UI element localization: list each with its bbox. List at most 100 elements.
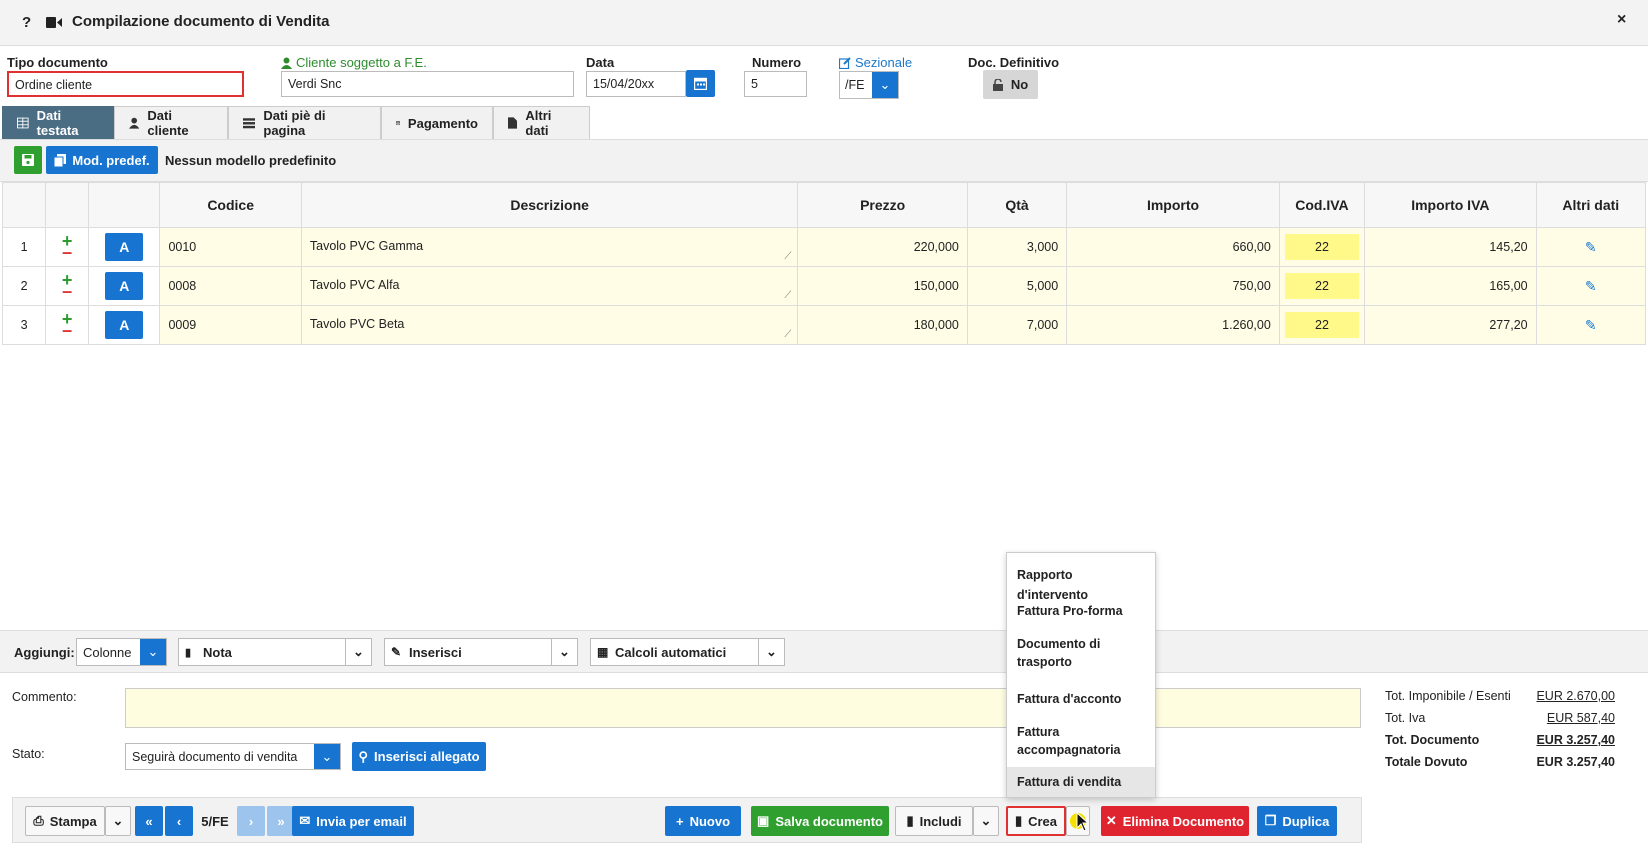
tot-imponibile-value[interactable]: EUR 2.670,00 — [1536, 689, 1615, 703]
row-cod-iva[interactable]: 22 — [1278, 305, 1366, 345]
col-prezzo[interactable]: Prezzo — [797, 182, 968, 228]
tot-iva-value[interactable]: EUR 587,40 — [1547, 711, 1615, 725]
remove-row-icon[interactable]: – — [62, 243, 72, 261]
remove-row-icon[interactable]: – — [62, 282, 72, 300]
list-icon — [243, 117, 256, 128]
resize-handle-icon[interactable]: ⟋ — [784, 329, 791, 340]
row-type-button[interactable]: A — [105, 272, 144, 300]
chevron-down-icon[interactable]: ⌄ — [872, 72, 898, 98]
edit-icon[interactable]: ✎ — [1585, 239, 1597, 255]
row-type-button[interactable]: A — [105, 311, 144, 339]
menu-item-documento-trasporto[interactable]: Documento di trasporto — [1007, 635, 1155, 673]
tab-label: Dati cliente — [147, 108, 189, 138]
data-field[interactable]: 15/04/20xx — [586, 71, 686, 97]
row-type-button[interactable]: A — [105, 233, 144, 261]
row-qta[interactable]: 7,000 — [966, 305, 1068, 345]
chevron-down-icon[interactable]: ⌄ — [551, 639, 577, 665]
remove-row-icon[interactable]: – — [62, 321, 72, 339]
col-importo[interactable]: Importo — [1066, 182, 1280, 228]
row-qta[interactable]: 5,000 — [966, 266, 1068, 306]
nuovo-button[interactable]: + Nuovo — [665, 806, 741, 836]
stampa-button[interactable]: ⎙ Stampa — [25, 806, 105, 836]
last-page-button[interactable]: » — [267, 806, 295, 836]
salva-documento-button[interactable]: ▣ Salva documento — [751, 806, 889, 836]
chevron-down-icon[interactable]: ⌄ — [314, 744, 340, 769]
next-page-button[interactable]: › — [237, 806, 265, 836]
row-prezzo[interactable]: 180,000 — [797, 305, 968, 345]
row-descrizione-text: Tavolo PVC Beta — [309, 317, 405, 331]
row-prezzo[interactable]: 220,000 — [797, 227, 968, 267]
video-camera-icon[interactable] — [46, 17, 62, 28]
chevron-down-icon[interactable]: ⌄ — [345, 639, 371, 665]
resize-handle-icon[interactable]: ⟋ — [784, 251, 791, 262]
elimina-documento-button[interactable]: ✕ Elimina Documento — [1101, 806, 1249, 836]
menu-item-fattura-pro-forma[interactable]: Fattura Pro-forma — [1007, 601, 1155, 621]
row-descrizione[interactable]: Tavolo PVC Gamma ⟋ — [300, 227, 799, 267]
cliente-label-group[interactable]: Cliente soggetto a F.E. — [281, 55, 427, 70]
doc-definitivo-toggle[interactable]: No — [983, 70, 1038, 99]
chevron-down-icon[interactable]: ⌄ — [758, 639, 784, 665]
row-codice[interactable]: 0010 — [159, 227, 302, 267]
tab-dati-testata[interactable]: Dati testata — [2, 106, 114, 139]
col-cod-iva[interactable]: Cod.IVA — [1278, 182, 1366, 228]
prev-page-button[interactable]: ‹ — [165, 806, 193, 836]
invia-email-button[interactable]: ✉ Invia per email — [292, 806, 414, 836]
menu-item-rapporto-intervento[interactable]: Rapporto d'intervento — [1007, 565, 1155, 602]
help-icon[interactable]: ? — [22, 14, 31, 31]
printer-icon: ⎙ — [33, 813, 44, 828]
col-descrizione[interactable]: Descrizione — [300, 182, 799, 228]
col-importo-iva[interactable]: Importo IVA — [1364, 182, 1537, 228]
colonne-dropdown[interactable]: Colonne ⌄ — [76, 638, 167, 666]
edit-icon[interactable]: ✎ — [1585, 317, 1597, 333]
tab-dati-pie-di-pagina[interactable]: Dati piè di pagina — [228, 106, 381, 139]
row-cod-iva[interactable]: 22 — [1278, 266, 1366, 306]
tab-label: Dati testata — [36, 108, 79, 138]
row-codice[interactable]: 0008 — [159, 266, 302, 306]
tab-dati-cliente[interactable]: Dati cliente — [114, 106, 228, 139]
crea-button[interactable]: ▮ Crea — [1006, 806, 1066, 836]
row-descrizione[interactable]: Tavolo PVC Alfa ⟋ — [300, 266, 799, 306]
sezionale-select[interactable]: /FE ⌄ — [839, 71, 899, 99]
resize-handle-icon[interactable]: ⟋ — [784, 290, 791, 301]
row-importo[interactable]: 660,00 — [1066, 227, 1280, 267]
row-codice[interactable]: 0009 — [159, 305, 302, 345]
stato-select[interactable]: Seguirà documento di vendita ⌄ — [125, 743, 341, 770]
title-bar: ? Compilazione documento di Vendita × — [0, 0, 1648, 46]
stampa-dropdown-button[interactable]: ⌄ — [105, 806, 131, 836]
row-prezzo[interactable]: 150,000 — [797, 266, 968, 306]
row-importo[interactable]: 1.260,00 — [1066, 305, 1280, 345]
close-icon[interactable]: × — [1617, 11, 1626, 29]
tipo-documento-field[interactable]: Ordine cliente — [7, 71, 244, 97]
calendar-icon — [396, 121, 400, 126]
commento-field[interactable] — [125, 688, 1361, 728]
nota-dropdown[interactable]: ▮ Nota ⌄ — [178, 638, 372, 666]
numero-field[interactable]: 5 — [744, 71, 807, 97]
calcoli-dropdown[interactable]: ▦ Calcoli automatici ⌄ — [590, 638, 785, 666]
menu-item-fattura-vendita[interactable]: Fattura di vendita — [1007, 767, 1155, 797]
tab-pagamento[interactable]: Pagamento — [381, 106, 493, 139]
menu-item-fattura-accompagnatoria[interactable]: Fattura accompagnatoria — [1007, 723, 1155, 761]
calendar-button[interactable] — [686, 70, 715, 97]
save-model-button[interactable] — [14, 146, 42, 174]
menu-item-fattura-acconto[interactable]: Fattura d'acconto — [1007, 689, 1155, 709]
row-qta[interactable]: 3,000 — [966, 227, 1068, 267]
tot-documento-value[interactable]: EUR 3.257,40 — [1536, 733, 1615, 747]
edit-icon[interactable]: ✎ — [1585, 278, 1597, 294]
duplica-button[interactable]: ❐ Duplica — [1257, 806, 1337, 836]
cliente-field[interactable]: Verdi Snc — [281, 71, 574, 97]
inserisci-dropdown[interactable]: ✎ Inserisci ⌄ — [384, 638, 578, 666]
row-importo[interactable]: 750,00 — [1066, 266, 1280, 306]
chevron-down-icon[interactable]: ⌄ — [140, 639, 166, 665]
row-descrizione[interactable]: Tavolo PVC Beta ⟋ — [300, 305, 799, 345]
sezionale-link[interactable]: Sezionale — [839, 55, 912, 70]
tab-altri-dati[interactable]: Altri dati — [493, 106, 590, 139]
col-altri-dati[interactable]: Altri dati — [1535, 182, 1647, 228]
includi-button[interactable]: ▮ Includi — [895, 806, 973, 836]
inserisci-allegato-button[interactable]: ⚲ Inserisci allegato — [352, 742, 486, 771]
first-page-button[interactable]: « — [135, 806, 163, 836]
includi-dropdown-button[interactable]: ⌄ — [973, 806, 999, 836]
col-codice[interactable]: Codice — [159, 182, 302, 228]
col-qta[interactable]: Qtà — [966, 182, 1068, 228]
row-cod-iva[interactable]: 22 — [1278, 227, 1366, 267]
mod-predef-button[interactable]: Mod. predef. — [46, 146, 158, 174]
